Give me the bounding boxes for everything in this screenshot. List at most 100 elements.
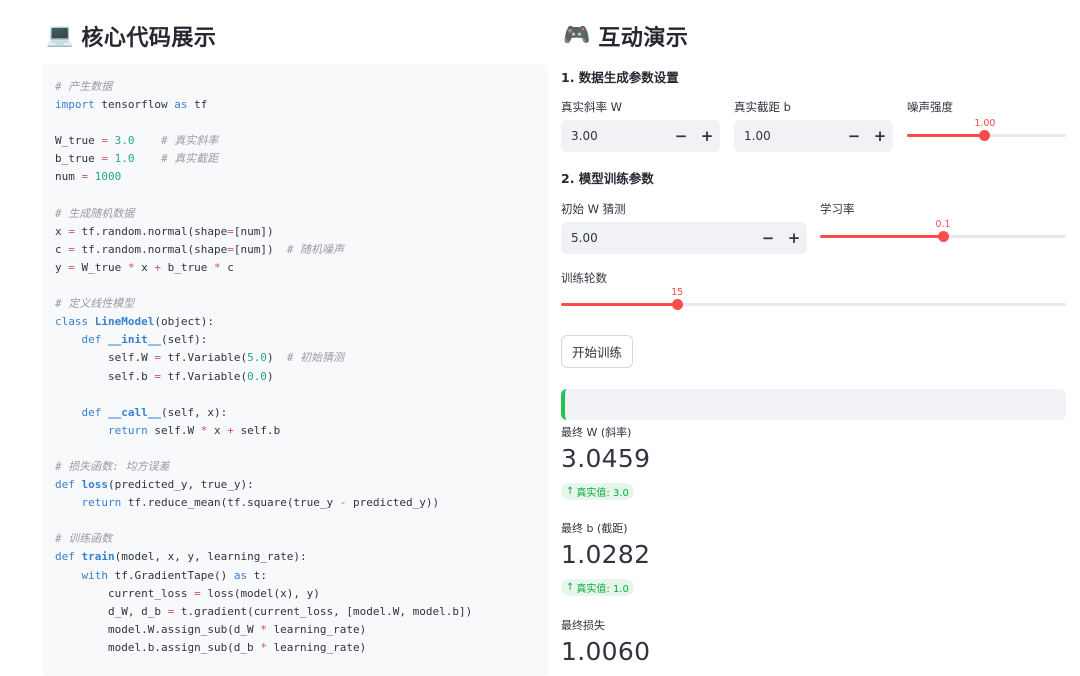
code-token: = [68,260,75,274]
code-line: # 损失函数: 均方误差 [55,458,535,476]
noise-slider[interactable]: 1.00 [907,118,1066,148]
code-token: + [154,260,161,274]
code-token: = [101,134,108,148]
code-line: with tf.GradientTape() as t: [55,567,535,585]
learning-rate-label: 学习率 [820,202,855,216]
code-token: b_true [55,152,102,166]
code-block: # 产生数据 import tensorflow as tf W_true = 3… [42,64,548,676]
true-b-value[interactable]: 1.00 [734,129,841,143]
final-w-delta-text: 真实值: 3.0 [576,488,629,499]
code-token: c [220,260,234,274]
code-token: * [213,260,221,274]
slider-fill [907,134,985,137]
training-params-heading: 2. 模型训练参数 [561,171,654,186]
final-w-label: 最终 W (斜率) [561,426,632,439]
code-token: = [227,224,234,238]
true-w-increment-button[interactable]: + [694,127,720,145]
code-token: import [55,98,95,112]
code-line: num = 1000 [55,168,535,186]
computer-icon: 💻 [46,23,74,48]
code-line: def train(model, x, y, learning_rate): [55,548,535,566]
code-line: return self.W * x + self.b [55,422,535,440]
code-line: y = W_true * x + b_true * c [55,259,535,277]
code-line: c = tf.random.normal(shape=[num]) # 随机噪声 [55,241,535,259]
true-w-decrement-button[interactable]: − [668,127,694,145]
learning-rate-slider[interactable]: 0.1 [820,219,1066,249]
demo-section-title: 互动演示 [598,26,689,51]
code-token: num [55,170,82,184]
code-token: learning_rate) [266,640,367,654]
code-token: b_true [160,260,214,274]
init-w-label: 初始 W 猜测 [561,202,626,216]
code-token: = [68,224,75,238]
code-token: = [194,586,201,600]
data-params-heading: 1. 数据生成参数设置 [561,70,679,85]
slider-thumb[interactable] [671,299,683,310]
code-line: self.W = tf.Variable(5.0) # 初始猜测 [55,349,535,367]
code-token: tf.Variable( [160,369,248,383]
code-token: 1000 [94,170,122,184]
code-token: y [55,260,69,274]
true-b-decrement-button[interactable]: − [841,127,867,145]
init-w-decrement-button[interactable]: − [755,229,781,247]
code-token: self.W [147,423,201,437]
start-training-button[interactable]: 开始训练 [561,335,633,368]
code-token: loss(model(x), y) [200,586,320,600]
code-line: model.b.assign_sub(d_b * learning_rate) [55,639,535,657]
arrow-up-icon: ↑ [566,582,575,593]
slider-fill [561,303,678,306]
init-w-increment-button[interactable]: + [781,229,807,247]
code-token: x [207,423,228,437]
code-token: return [107,423,148,437]
code-token: # 真实截距 [160,152,219,166]
game-controller-icon: 🎮 [563,23,591,48]
code-line: # 定义线性模型 [55,295,535,313]
code-token: return [81,496,122,510]
init-w-input[interactable]: 5.00 − + [561,222,807,254]
code-line: return tf.reduce_mean(tf.square(true_y -… [55,494,535,512]
code-line: W_true = 3.0 # 真实斜率 [55,132,535,150]
true-b-input[interactable]: 1.00 − + [734,120,893,152]
code-line: # 生成随机数据 [55,205,535,223]
code-token: tf [187,98,208,112]
code-token: tf.random.normal(shape [74,224,228,238]
code-token: train [81,550,115,564]
code-line: def __init__(self): [55,331,535,349]
true-w-value[interactable]: 3.00 [561,129,668,143]
epochs-slider[interactable]: 15 [561,287,1066,317]
slider-thumb[interactable] [979,130,991,141]
init-w-value[interactable]: 5.00 [561,231,755,245]
code-token: tensorflow [94,98,175,112]
code-line: model.W.assign_sub(d_W * learning_rate) [55,621,535,639]
final-loss-value: 1.0060 [561,637,651,666]
true-w-input[interactable]: 3.00 − + [561,120,720,152]
code-token: # 损失函数: 均方误差 [55,459,170,473]
code-token: 5.0 [247,351,267,365]
code-token: self.b [233,423,281,437]
code-token: (predicted_y, true_y): [108,478,254,492]
true-b-increment-button[interactable]: + [867,127,893,145]
code-token: = [154,369,161,383]
code-token: * [260,622,267,636]
code-token: tf.Variable( [160,351,248,365]
code-token: def [81,333,102,347]
code-line: d_W, d_b = t.gradient(current_loss, [mod… [55,603,535,621]
arrow-up-icon: ↑ [566,486,575,497]
code-token: d_W, d_b [55,604,168,618]
code-token: # 定义线性模型 [55,297,135,311]
code-token: c [55,242,69,256]
code-line: # 训练函数 [55,530,535,548]
noise-label: 噪声强度 [907,100,953,114]
slider-thumb[interactable] [937,231,949,242]
code-line: class LineModel(object): [55,313,535,331]
